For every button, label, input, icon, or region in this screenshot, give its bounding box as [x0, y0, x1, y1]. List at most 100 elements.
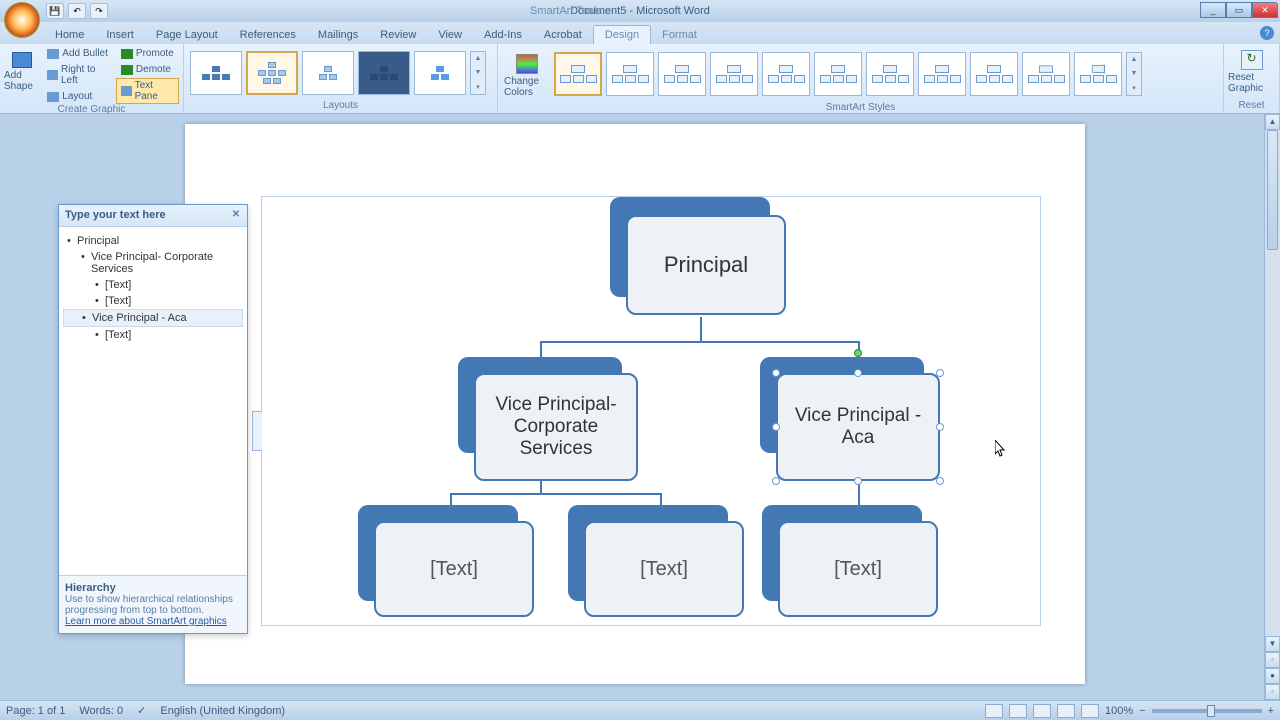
tp-item-vp-aca[interactable]: Vice Principal - Aca	[63, 309, 243, 327]
node-text-1-label: [Text]	[374, 521, 534, 617]
style-option-7[interactable]	[866, 52, 914, 96]
tab-acrobat[interactable]: Acrobat	[533, 26, 593, 44]
scroll-down-button[interactable]: ▼	[1265, 636, 1280, 652]
status-language[interactable]: English (United Kingdom)	[160, 705, 285, 717]
text-pane[interactable]: Type your text here ✕ Principal Vice Pri…	[58, 204, 248, 634]
tab-format[interactable]: Format	[651, 26, 708, 44]
tab-home[interactable]: Home	[44, 26, 95, 44]
resize-handle-se[interactable]	[936, 477, 944, 485]
learn-more-link[interactable]: Learn more about SmartArt graphics	[65, 616, 227, 627]
layout-option-4[interactable]	[358, 51, 410, 95]
scroll-up-button[interactable]: ▲	[1265, 114, 1280, 130]
style-option-10[interactable]	[1022, 52, 1070, 96]
smartart-canvas[interactable]: Principal Vice Principal- Corporate Serv…	[261, 196, 1041, 626]
status-spellcheck-icon[interactable]: ✓	[137, 704, 146, 717]
layout-option-5[interactable]	[414, 51, 466, 95]
view-draft-button[interactable]	[1081, 704, 1099, 718]
help-button[interactable]: ?	[1260, 26, 1274, 40]
zoom-in-button[interactable]: +	[1268, 705, 1274, 717]
demote-button[interactable]: Demote	[116, 62, 179, 77]
style-option-9[interactable]	[970, 52, 1018, 96]
text-pane-toggle[interactable]	[252, 411, 262, 451]
style-option-8[interactable]	[918, 52, 966, 96]
layout-button[interactable]: Layout	[42, 89, 114, 104]
layout-option-2[interactable]	[246, 51, 298, 95]
tab-review[interactable]: Review	[369, 26, 427, 44]
tab-design[interactable]: Design	[593, 25, 651, 44]
browse-prev-button[interactable]: ◦	[1265, 652, 1280, 668]
zoom-slider[interactable]	[1152, 709, 1262, 713]
undo-button[interactable]: ↶	[68, 3, 86, 19]
resize-handle-sw[interactable]	[772, 477, 780, 485]
reset-graphic-button[interactable]: Reset Graphic	[1228, 46, 1275, 94]
tp-item-text-2[interactable]: [Text]	[63, 293, 243, 309]
style-option-1[interactable]	[554, 52, 602, 96]
add-shape-button[interactable]: Add Shape	[4, 46, 40, 92]
resize-handle-s[interactable]	[854, 477, 862, 485]
view-full-screen-button[interactable]	[1009, 704, 1027, 718]
view-web-button[interactable]	[1033, 704, 1051, 718]
demote-label: Demote	[136, 64, 171, 75]
tab-mailings[interactable]: Mailings	[307, 26, 369, 44]
tab-references[interactable]: References	[229, 26, 307, 44]
context-tools-title: SmartArt Tools	[530, 5, 602, 17]
style-option-4[interactable]	[710, 52, 758, 96]
add-shape-icon	[12, 52, 32, 68]
close-button[interactable]: ✕	[1252, 2, 1278, 18]
vertical-scrollbar[interactable]: ▲ ▼ ◦ ● ◦	[1264, 114, 1280, 700]
office-button[interactable]	[4, 2, 40, 38]
scroll-thumb[interactable]	[1267, 130, 1278, 250]
add-bullet-button[interactable]: Add Bullet	[42, 46, 114, 61]
resize-handle-n[interactable]	[854, 369, 862, 377]
style-option-2[interactable]	[606, 52, 654, 96]
resize-handle-nw[interactable]	[772, 369, 780, 377]
tab-view[interactable]: View	[427, 26, 473, 44]
ribbon-group-reset: Reset Graphic Reset	[1224, 44, 1280, 113]
tp-item-principal[interactable]: Principal	[63, 233, 243, 249]
layouts-more-button[interactable]: ▲▼▾	[470, 51, 486, 95]
resize-handle-w[interactable]	[772, 423, 780, 431]
layout-option-1[interactable]	[190, 51, 242, 95]
ribbon-group-smartart-styles: Change Colors ▲▼▾ SmartArt Styles	[498, 44, 1224, 113]
save-button[interactable]: 💾	[46, 3, 64, 19]
maximize-button[interactable]: ▭	[1226, 2, 1252, 18]
text-pane-button[interactable]: Text Pane	[116, 78, 179, 104]
resize-handle-ne[interactable]	[936, 369, 944, 377]
promote-button[interactable]: Promote	[116, 46, 179, 61]
change-colors-button[interactable]: Change Colors	[504, 50, 550, 98]
minimize-button[interactable]: _	[1200, 2, 1226, 18]
redo-button[interactable]: ↷	[90, 3, 108, 19]
style-option-11[interactable]	[1074, 52, 1122, 96]
view-outline-button[interactable]	[1057, 704, 1075, 718]
styles-more-button[interactable]: ▲▼▾	[1126, 52, 1142, 96]
document-page[interactable]: Principal Vice Principal- Corporate Serv…	[185, 124, 1085, 684]
status-page[interactable]: Page: 1 of 1	[6, 705, 65, 717]
style-option-3[interactable]	[658, 52, 706, 96]
tp-item-text-1[interactable]: [Text]	[63, 277, 243, 293]
rotate-handle[interactable]	[854, 349, 862, 357]
promote-icon	[121, 49, 133, 59]
rtl-icon	[47, 70, 58, 80]
text-pane-body[interactable]: Principal Vice Principal- Corporate Serv…	[59, 227, 247, 575]
zoom-out-button[interactable]: −	[1139, 705, 1145, 717]
layout-option-3[interactable]	[302, 51, 354, 95]
tab-addins[interactable]: Add-Ins	[473, 26, 533, 44]
window-title: Document5 - Microsoft Word	[0, 5, 1280, 17]
document-area: Principal Vice Principal- Corporate Serv…	[0, 114, 1264, 700]
browse-object-button[interactable]: ●	[1265, 668, 1280, 684]
zoom-level[interactable]: 100%	[1105, 705, 1133, 717]
status-words[interactable]: Words: 0	[79, 705, 123, 717]
tab-page-layout[interactable]: Page Layout	[145, 26, 229, 44]
tp-item-vp-corp[interactable]: Vice Principal- Corporate Services	[63, 249, 243, 277]
zoom-slider-thumb[interactable]	[1207, 705, 1215, 717]
view-print-layout-button[interactable]	[985, 704, 1003, 718]
browse-next-button[interactable]: ◦	[1265, 684, 1280, 700]
tab-insert[interactable]: Insert	[95, 26, 145, 44]
resize-handle-e[interactable]	[936, 423, 944, 431]
ribbon-group-create-graphic: Add Shape Add Bullet Right to Left Layou…	[0, 44, 184, 113]
style-option-5[interactable]	[762, 52, 810, 96]
tp-item-text-3[interactable]: [Text]	[63, 327, 243, 343]
rtl-button[interactable]: Right to Left	[42, 62, 114, 88]
text-pane-close-button[interactable]: ✕	[229, 209, 243, 223]
style-option-6[interactable]	[814, 52, 862, 96]
